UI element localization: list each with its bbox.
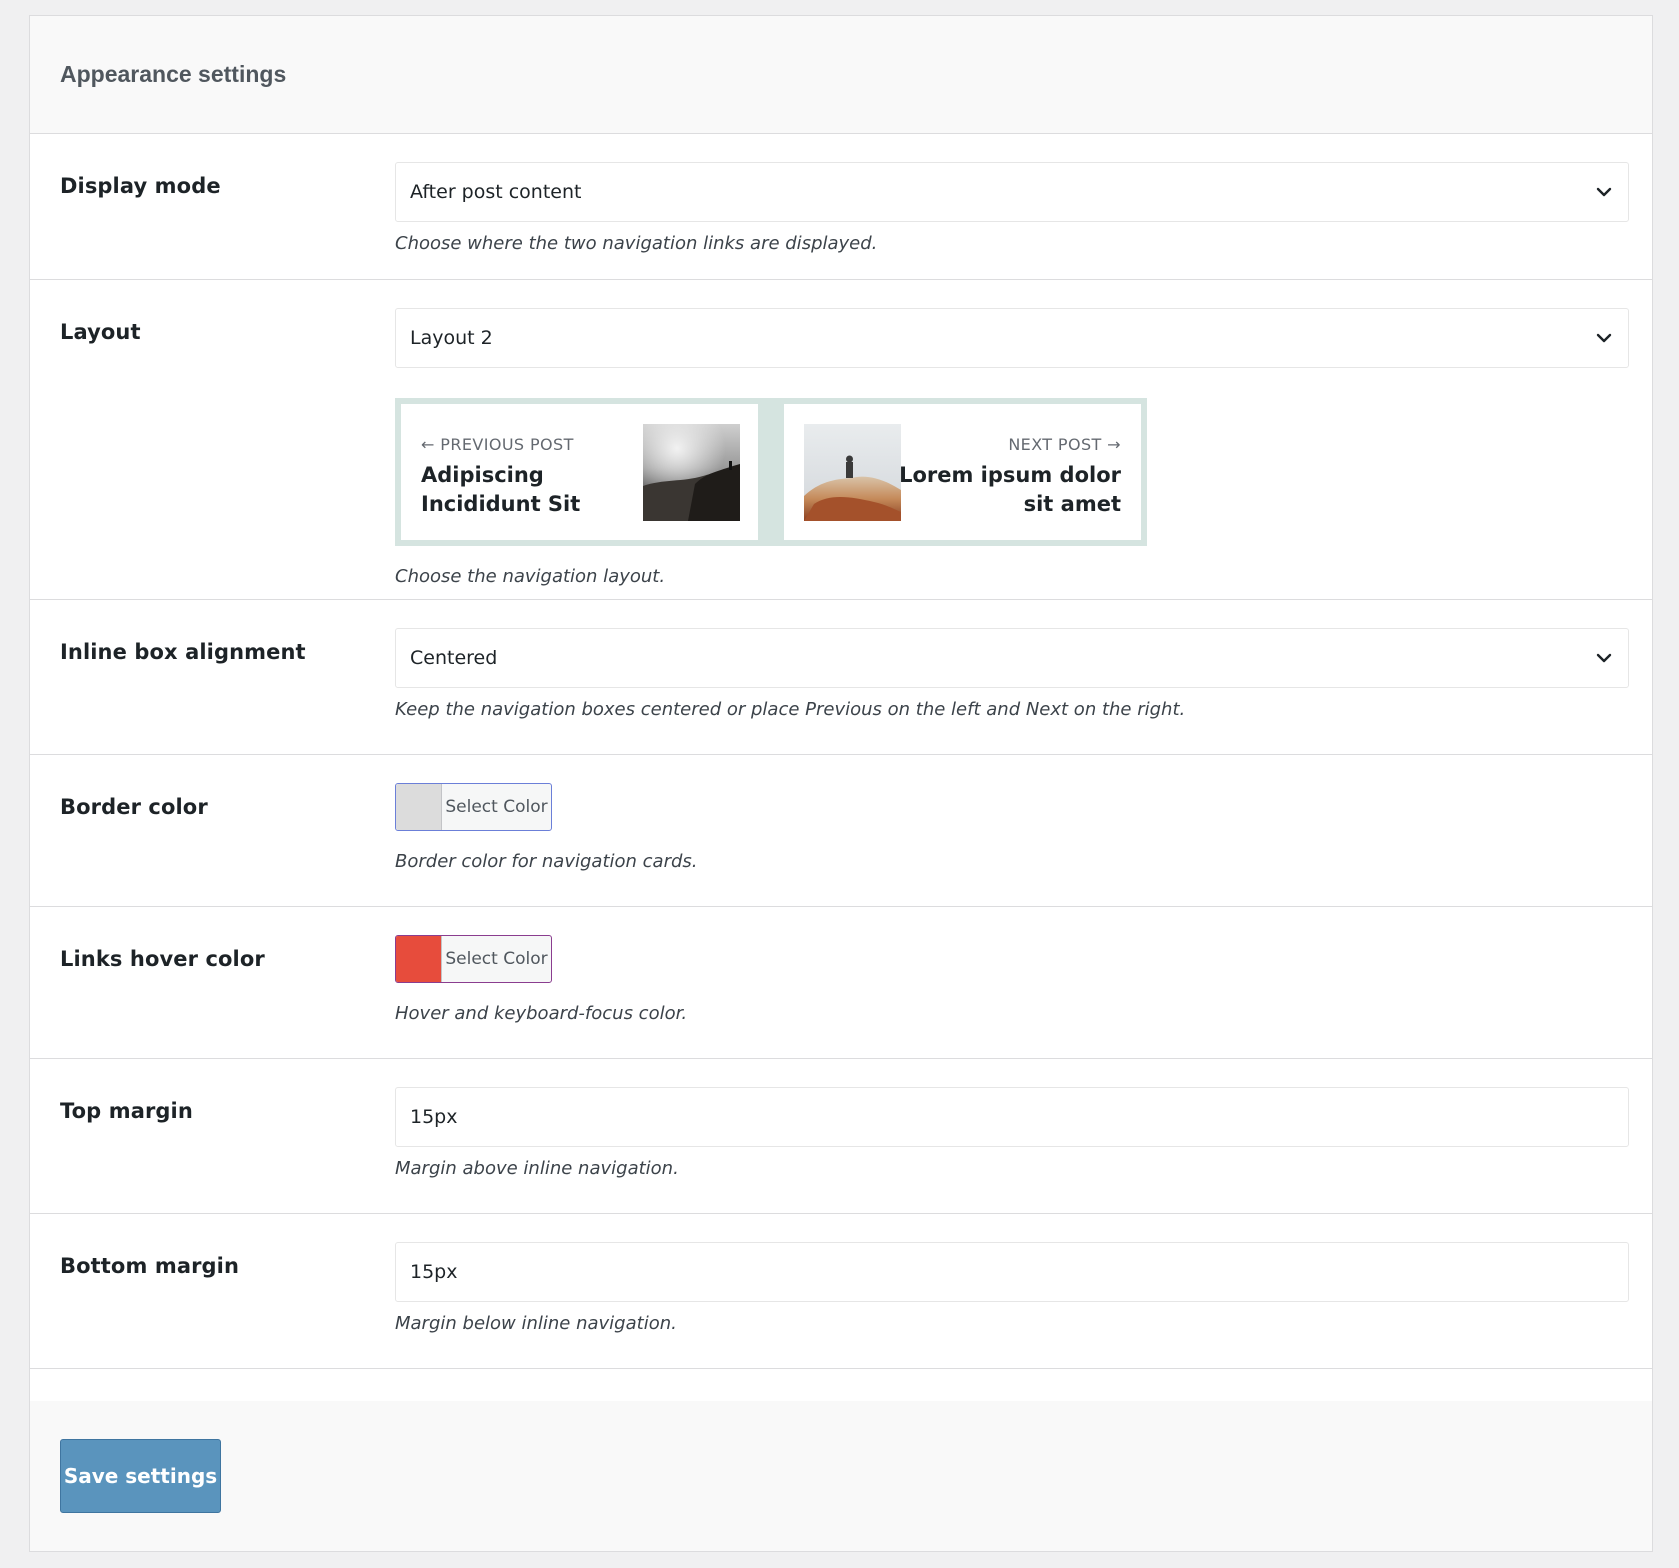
links-hover-color-button-label: Select Color: [445, 949, 548, 969]
links-hover-color-description: Hover and keyboard-focus color.: [395, 1003, 688, 1024]
border-color-control: Select Color Border color for navigation…: [395, 783, 1629, 872]
links-hover-color-control: Select Color Hover and keyboard-focus co…: [395, 935, 1629, 1024]
previous-post-title-line: Incididunt Sit: [421, 492, 581, 516]
previous-post-thumbnail: [643, 424, 740, 521]
next-post-kicker: NEXT POST →: [1008, 435, 1121, 454]
chevron-down-icon: [1596, 187, 1612, 197]
next-post-title: Lorem ipsum dolor sit amet: [899, 461, 1121, 519]
layout-description: Choose the navigation layout.: [395, 566, 666, 587]
chevron-down-icon: [1596, 653, 1612, 663]
next-post-thumbnail: [804, 424, 901, 521]
layout-row: Layout Layout 2 ← PREVIOUS POST Adipisci…: [30, 280, 1652, 600]
bottom-margin-input[interactable]: 15px: [395, 1242, 1629, 1302]
border-color-button-label: Select Color: [445, 797, 548, 817]
links-hover-color-label: Links hover color: [60, 947, 265, 971]
next-post-title-line: sit amet: [1023, 492, 1121, 516]
layout-control: Layout 2 ← PREVIOUS POST Adipiscing Inci…: [395, 308, 1629, 587]
border-color-row: Border color Select Color Border color f…: [30, 755, 1652, 907]
appearance-settings-panel: Appearance settings Display mode After p…: [29, 15, 1653, 1552]
layout-select[interactable]: Layout 2: [395, 308, 1629, 368]
inline-box-alignment-value: Centered: [410, 647, 498, 669]
display-mode-label: Display mode: [60, 174, 221, 198]
display-mode-description: Choose where the two navigation links ar…: [395, 233, 878, 254]
top-margin-label: Top margin: [60, 1099, 193, 1123]
top-margin-input[interactable]: 15px: [395, 1087, 1629, 1147]
links-hover-color-row: Links hover color Select Color Hover and…: [30, 907, 1652, 1059]
next-post-title-line: Lorem ipsum dolor: [899, 463, 1121, 487]
links-hover-color-swatch: [396, 936, 442, 982]
bottom-margin-control: 15px Margin below inline navigation.: [395, 1242, 1629, 1334]
top-margin-description: Margin above inline navigation.: [395, 1158, 679, 1179]
display-mode-row: Display mode After post content Choose w…: [30, 134, 1652, 280]
inline-box-alignment-description: Keep the navigation boxes centered or pl…: [395, 699, 1186, 720]
border-color-picker-button[interactable]: Select Color: [395, 783, 552, 831]
display-mode-select[interactable]: After post content: [395, 162, 1629, 222]
panel-header: Appearance settings: [30, 16, 1652, 134]
bottom-margin-description: Margin below inline navigation.: [395, 1313, 677, 1334]
display-mode-value: After post content: [410, 181, 582, 203]
layout-preview: ← PREVIOUS POST Adipiscing Incididunt Si…: [395, 398, 1147, 546]
inline-box-alignment-control: Centered Keep the navigation boxes cente…: [395, 628, 1629, 720]
display-mode-control: After post content Choose where the two …: [395, 162, 1629, 254]
border-color-label: Border color: [60, 795, 208, 819]
previous-post-kicker: ← PREVIOUS POST: [421, 435, 574, 454]
bottom-margin-row: Bottom margin 15px Margin below inline n…: [30, 1214, 1652, 1369]
previous-post-title-line: Adipiscing: [421, 463, 544, 487]
previous-post-card: ← PREVIOUS POST Adipiscing Incididunt Si…: [401, 404, 758, 540]
bottom-margin-label: Bottom margin: [60, 1254, 240, 1278]
save-settings-button[interactable]: Save settings: [60, 1439, 221, 1513]
previous-post-title: Adipiscing Incididunt Sit: [421, 461, 580, 519]
inline-box-alignment-label: Inline box alignment: [60, 640, 306, 664]
chevron-down-icon: [1596, 333, 1612, 343]
next-post-card: NEXT POST → Lorem ipsum dolor sit amet: [784, 404, 1141, 540]
border-color-swatch: [396, 784, 442, 830]
inline-box-alignment-select[interactable]: Centered: [395, 628, 1629, 688]
inline-box-alignment-row: Inline box alignment Centered Keep the n…: [30, 600, 1652, 755]
layout-value: Layout 2: [410, 327, 493, 349]
border-color-description: Border color for navigation cards.: [395, 851, 698, 872]
layout-label: Layout: [60, 320, 141, 344]
top-margin-control: 15px Margin above inline navigation.: [395, 1087, 1629, 1179]
panel-title: Appearance settings: [60, 61, 287, 87]
links-hover-color-picker-button[interactable]: Select Color: [395, 935, 552, 983]
top-margin-row: Top margin 15px Margin above inline navi…: [30, 1059, 1652, 1214]
panel-footer: Save settings: [30, 1401, 1652, 1551]
